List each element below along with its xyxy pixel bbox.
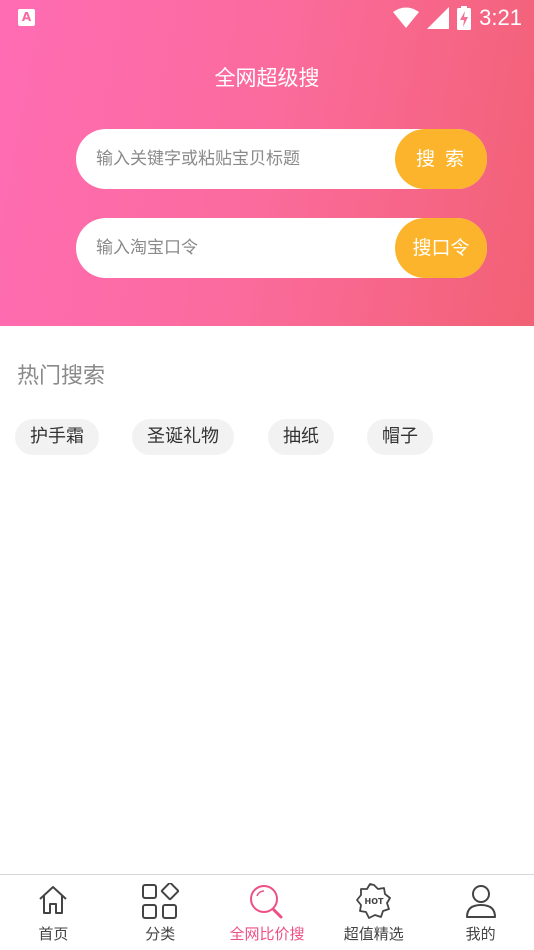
code-search-bar: 搜口令: [76, 218, 487, 278]
hot-tag-christmas-gift[interactable]: 圣诞礼物: [132, 419, 234, 455]
tab-home[interactable]: 首页: [0, 875, 107, 950]
hot-tag-tissue[interactable]: 抽纸: [268, 419, 334, 455]
taobao-code-input[interactable]: [96, 218, 386, 278]
clock: 3:21: [479, 5, 522, 30]
category-icon: [142, 883, 180, 919]
home-icon: [39, 886, 68, 914]
status-bar: A 3:21: [0, 0, 534, 36]
user-icon: [465, 885, 496, 918]
keyword-search-bar: 搜 索: [76, 129, 487, 189]
wifi-icon: [393, 7, 420, 28]
tab-price-compare-search-label: 全网比价搜: [229, 925, 305, 943]
search-button[interactable]: 搜 索: [395, 129, 487, 189]
signal-icon: [427, 7, 450, 29]
hot-tag-hat[interactable]: 帽子: [367, 419, 433, 455]
header-banner: A 3:21 全网超级搜 搜 索 搜口令: [0, 0, 534, 326]
app-notification-icon: A: [18, 9, 35, 26]
status-indicators: 3:21: [393, 4, 522, 32]
tab-best-deals-label: 超值精选: [343, 925, 404, 943]
tab-price-compare-search[interactable]: 全网比价搜: [214, 875, 321, 950]
hot-tag-hand-cream[interactable]: 护手霜: [15, 419, 99, 455]
tab-best-deals[interactable]: HOT 超值精选: [320, 875, 427, 950]
search-icon: [249, 885, 283, 919]
tab-category-label: 分类: [145, 925, 176, 943]
tab-home-label: 首页: [38, 925, 69, 943]
hot-badge-icon: HOT: [355, 883, 391, 919]
page-title: 全网超级搜: [214, 66, 320, 90]
hot-search-title: 热门搜索: [17, 364, 106, 389]
bottom-tab-bar: 首页 分类 全网比价搜 HOT 超值精选 我的: [0, 874, 534, 950]
tab-me[interactable]: 我的: [427, 875, 534, 950]
search-code-button[interactable]: 搜口令: [395, 218, 487, 278]
battery-icon: [457, 6, 472, 30]
tab-category[interactable]: 分类: [107, 875, 214, 950]
svg-text:HOT: HOT: [364, 897, 383, 906]
keyword-search-input[interactable]: [96, 129, 386, 189]
tab-me-label: 我的: [465, 925, 496, 943]
